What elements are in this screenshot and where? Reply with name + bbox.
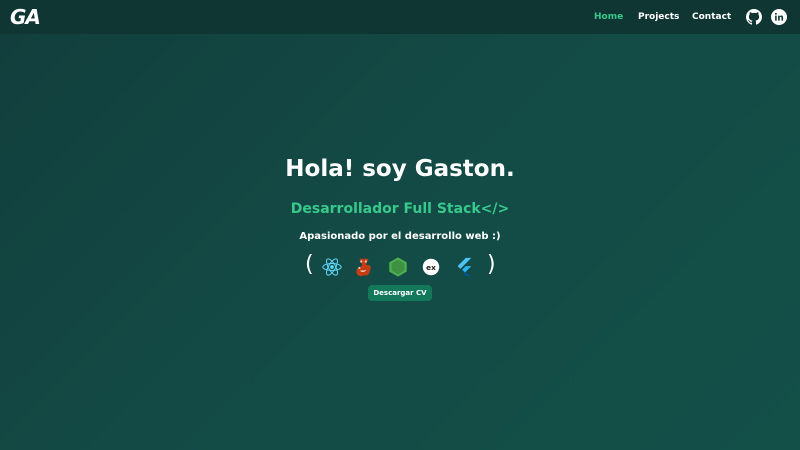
- download-cv-button[interactable]: Descargar CV: [368, 285, 432, 301]
- svg-text:ex: ex: [426, 263, 436, 272]
- jest-icon: [356, 258, 371, 277]
- bracket-close: ): [487, 252, 496, 277]
- react-icon: [322, 258, 342, 276]
- express-icon: ex: [422, 258, 440, 276]
- hero-title: Hola! soy Gaston.: [285, 156, 515, 182]
- nav-link-home[interactable]: Home: [594, 11, 623, 23]
- github-icon[interactable]: [746, 9, 762, 25]
- hero-description: Apasionado por el desarrollo web :): [299, 231, 501, 242]
- flutter-icon: [457, 257, 472, 277]
- navbar: GA Home Projects Contact: [0, 0, 800, 34]
- bracket-open: (: [305, 252, 314, 277]
- hero-subtitle: Desarrollador Full Stack</>: [290, 201, 510, 217]
- nav-link-projects[interactable]: Projects: [638, 11, 679, 23]
- nodejs-icon: [389, 257, 407, 277]
- tech-stack-row: ( ex): [303, 252, 497, 280]
- logo[interactable]: GA: [10, 5, 41, 29]
- linkedin-icon[interactable]: [771, 9, 787, 25]
- nav-link-contact[interactable]: Contact: [692, 11, 731, 23]
